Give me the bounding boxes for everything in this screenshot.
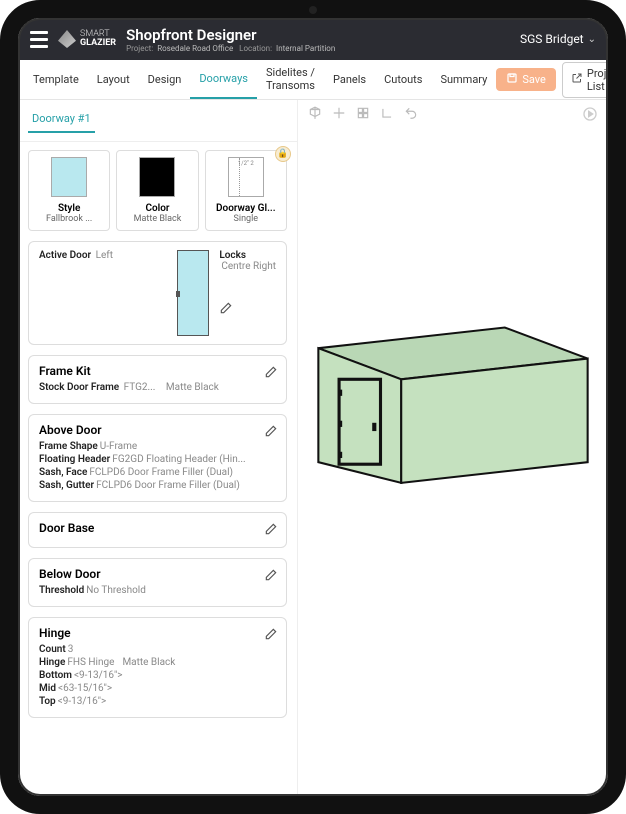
view-cube-icon[interactable] (308, 106, 322, 123)
view-move-icon[interactable] (332, 106, 346, 123)
undo-icon[interactable] (404, 106, 418, 123)
lock-icon: 🔒 (275, 146, 291, 162)
hinge-card: Hinge Count3 HingeFHS HingeMatte Black B… (28, 617, 287, 718)
door-base-card: Door Base (28, 512, 287, 548)
edit-icon[interactable] (219, 300, 233, 314)
save-icon (506, 72, 518, 87)
tab-sidelites[interactable]: Sidelites / Transoms (257, 60, 324, 99)
user-menu[interactable]: SGS Bridget ⌄ (520, 32, 596, 46)
glass-selector[interactable]: 1/2" 2 Doorway Gl... Single 🔒 (205, 150, 287, 231)
edit-icon[interactable] (264, 364, 278, 378)
menu-icon[interactable] (30, 31, 48, 48)
project-meta: Project: Rosedale Road Office Location: … (126, 44, 510, 53)
edit-icon[interactable] (264, 626, 278, 640)
style-selector[interactable]: Style Fallbrook ... (28, 150, 110, 231)
edit-icon[interactable] (264, 567, 278, 581)
project-list-button[interactable]: Project List (562, 62, 608, 98)
3d-render[interactable] (308, 300, 598, 500)
left-panel: Doorway #1 Style Fallbrook ... Color Mat… (18, 100, 298, 796)
preview-pane (298, 100, 608, 796)
top-bar: SMART GLAZIER Shopfront Designer Project… (18, 18, 608, 60)
view-grid-icon[interactable] (356, 106, 370, 123)
tab-cutouts[interactable]: Cutouts (375, 60, 431, 99)
play-icon[interactable] (582, 106, 598, 126)
above-door-card: Above Door Frame ShapeU-Frame Floating H… (28, 414, 287, 502)
tab-summary[interactable]: Summary (431, 60, 496, 99)
save-button[interactable]: Save (496, 68, 556, 91)
tab-layout[interactable]: Layout (88, 60, 139, 99)
main-tabs: Template Layout Design Doorways Sidelite… (18, 60, 608, 100)
frame-kit-card: Frame Kit Stock Door Frame FTG2... Matte… (28, 355, 287, 404)
edit-icon[interactable] (264, 423, 278, 437)
edit-icon[interactable] (264, 521, 278, 535)
subtab-doorway-1[interactable]: Doorway #1 (28, 106, 95, 133)
tab-doorways[interactable]: Doorways (190, 60, 257, 99)
app-title: Shopfront Designer (126, 26, 510, 44)
brand-logo: SMART GLAZIER (58, 30, 116, 48)
view-shape-icon[interactable] (380, 106, 394, 123)
chevron-down-icon: ⌄ (588, 34, 596, 45)
active-door-card: Active Door Left Locks Centre Right (28, 241, 287, 345)
door-preview (177, 250, 209, 336)
tab-template[interactable]: Template (24, 60, 88, 99)
below-door-card: Below Door ThresholdNo Threshold (28, 558, 287, 607)
view-tools (308, 106, 418, 123)
external-link-icon (571, 72, 583, 87)
selector-row: Style Fallbrook ... Color Matte Black 1/… (28, 150, 287, 231)
tab-design[interactable]: Design (139, 60, 191, 99)
color-selector[interactable]: Color Matte Black (116, 150, 198, 231)
tab-panels[interactable]: Panels (324, 60, 375, 99)
